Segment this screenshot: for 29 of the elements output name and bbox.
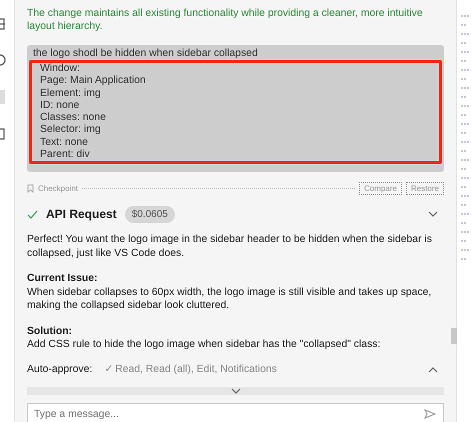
request-title: API Request (46, 206, 117, 224)
summary-text: The change maintains all existing functionality while providing a cleaner, more intuitive layout hierarchy. (27, 7, 424, 33)
chevron-icon (230, 388, 240, 394)
context-line: Classes: none (40, 112, 107, 124)
response-text: Add CSS rule to hide the logo image when sidebar has the "collapsed" class: (27, 338, 382, 352)
send-icon[interactable] (424, 409, 436, 420)
context-line: ID: none (40, 100, 80, 112)
checkpoint-button[interactable]: Compare (359, 182, 402, 196)
context-line: Selector: img (40, 124, 102, 137)
context-line: Text: none (40, 136, 89, 150)
chevron-icon[interactable] (428, 211, 438, 218)
auto-approve-value[interactable]: ✓ Read, Read (all), Edit, Notifications (104, 362, 277, 378)
section-heading: Solution: (27, 324, 74, 338)
context-line: Page: Main Application (40, 75, 147, 88)
context-line: Parent: div (40, 149, 91, 162)
message-text: the logo shodl be hidden when sidebar collapsed (33, 48, 259, 60)
auto-approve-label: Auto-approve: (27, 362, 92, 377)
checkpoint-button[interactable]: Restore (406, 182, 444, 196)
bookmark-icon (27, 184, 34, 194)
response-text: When sidebar collapses to 60px width, the logo image is still visible and takes up space, making the collapsed sidebar look cluttered. (27, 286, 432, 313)
scrollbar-thumb[interactable] (451, 328, 457, 344)
checkpoint-label: Checkpoint (38, 182, 78, 195)
context-line: Window: (40, 63, 81, 76)
response-text: Perfect! You want the logo image in the sidebar header to be hidden when the sidebar is collapsed, just like VS Code does. (27, 233, 433, 260)
chevron-icon[interactable] (428, 366, 438, 373)
cost-label: $0.0605 (124, 206, 175, 223)
context-line: Element: img (40, 88, 102, 100)
message-field[interactable]: Type a message... (27, 403, 444, 422)
section-heading: Current Issue: (27, 272, 98, 286)
